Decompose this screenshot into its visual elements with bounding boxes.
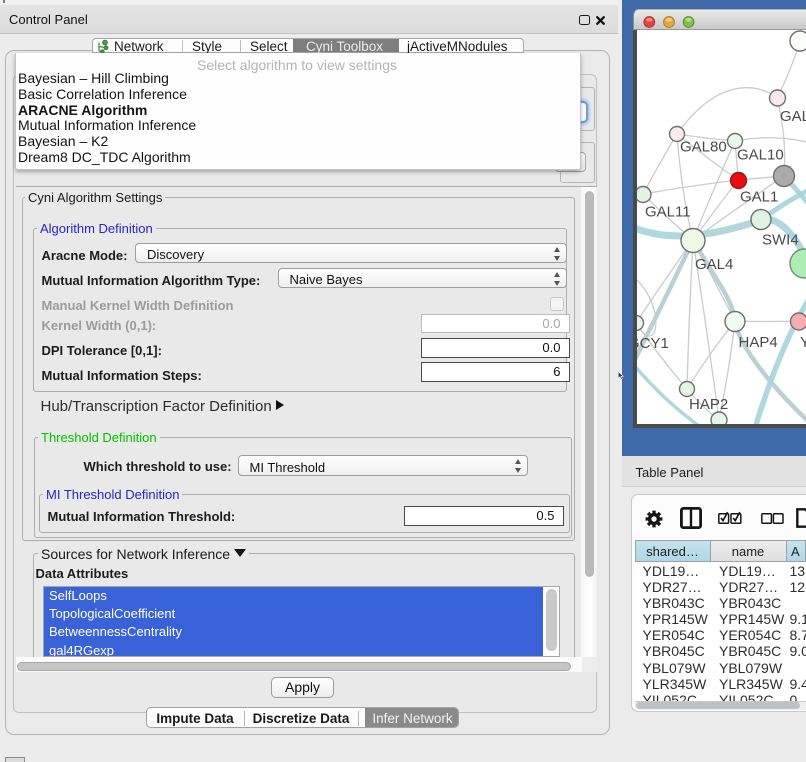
svg-text:GAL10: GAL10 [737, 147, 784, 164]
svg-text:GAL: GAL [780, 108, 806, 125]
svg-text:GAL4: GAL4 [695, 256, 733, 273]
svg-text:SWI4: SWI4 [762, 232, 799, 249]
svg-text:GAL1: GAL1 [740, 189, 778, 206]
svg-text:HAP2: HAP2 [689, 396, 728, 413]
svg-text:HAP4: HAP4 [739, 334, 778, 351]
svg-text:GAL11: GAL11 [645, 204, 691, 221]
svg-text:Y: Y [800, 334, 806, 351]
svg-text:GAL80: GAL80 [680, 139, 727, 156]
svg-text:GCY1: GCY1 [637, 335, 669, 352]
